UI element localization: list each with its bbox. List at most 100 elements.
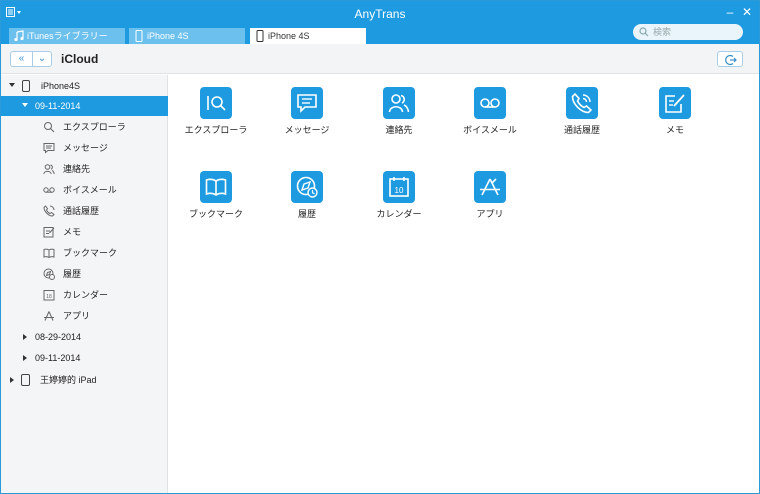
- app-tile-call-history[interactable]: 通話履歴: [542, 75, 622, 135]
- backup-node[interactable]: 09-11-2014: [1, 348, 168, 368]
- close-button[interactable]: ✕: [740, 5, 754, 19]
- sidebar-item-explorer[interactable]: エクスプローラ: [1, 117, 168, 137]
- minimize-button[interactable]: –: [723, 5, 737, 19]
- phone-icon: [22, 80, 30, 92]
- app-tile-label: メモ: [665, 125, 684, 135]
- location-title: iCloud: [61, 52, 99, 66]
- search-input[interactable]: 検索: [633, 24, 743, 40]
- device-label: iPhone4S: [41, 81, 81, 91]
- history-icon: [43, 268, 55, 280]
- expand-caret[interactable]: [22, 103, 28, 107]
- app-tile-voicemail[interactable]: ボイスメール: [450, 75, 530, 135]
- explorer-icon: [207, 96, 226, 111]
- voicemail-icon: [480, 98, 500, 108]
- app-tile-label: 連絡先: [385, 125, 413, 135]
- dropdown-button[interactable]: ⌄: [33, 52, 51, 66]
- sidebar-item-label: カレンダー: [63, 290, 109, 300]
- message-icon-box: [291, 87, 323, 119]
- app-tile-label: カレンダー: [376, 209, 422, 219]
- device-node-ipad[interactable]: 王婷婷的 iPad: [1, 370, 168, 390]
- sidebar-item-label: ボイスメール: [63, 185, 117, 195]
- search-icon: [639, 27, 649, 37]
- collapse-caret[interactable]: [23, 355, 27, 361]
- search-placeholder: 検索: [653, 27, 672, 37]
- app-tile-label: ブックマーク: [188, 209, 243, 219]
- bookmark-icon: [43, 248, 55, 259]
- backup-label: 09-11-2014: [35, 101, 81, 111]
- sidebar-item-label: エクスプローラ: [63, 122, 126, 132]
- app-tile-history[interactable]: 履歴: [267, 159, 347, 219]
- tab-iphone-4s-1[interactable]: iPhone 4S: [129, 28, 245, 44]
- app-tile-label: 履歴: [297, 209, 316, 219]
- bookmark-icon: [205, 178, 227, 196]
- sidebar-item-messages[interactable]: メッセージ: [1, 138, 168, 158]
- tablet-icon: [21, 374, 30, 386]
- sidebar-item-label: 通話履歴: [63, 206, 100, 216]
- backup-node[interactable]: 08-29-2014: [1, 327, 168, 347]
- back-button[interactable]: «: [11, 52, 33, 66]
- tab-itunes-library[interactable]: iTunesライブラリー: [9, 28, 125, 44]
- sidebar-item-history[interactable]: 履歴: [1, 264, 168, 284]
- expand-caret[interactable]: [9, 83, 15, 87]
- call-history-icon: [43, 205, 55, 217]
- sidebar-item-label: 履歴: [63, 269, 82, 279]
- collapse-caret[interactable]: [10, 377, 14, 383]
- sidebar-item-bookmarks[interactable]: ブックマーク: [1, 243, 168, 263]
- tab-bar: iTunesライブラリー iPhone 4S iPhone 4S 検索: [1, 24, 759, 44]
- toolbar: « ⌄ iCloud: [1, 44, 759, 74]
- exit-button[interactable]: [717, 51, 743, 67]
- sidebar-item-call-history[interactable]: 通話履歴: [1, 201, 168, 221]
- notes-icon: [665, 94, 685, 113]
- explorer-icon: [44, 122, 55, 133]
- contacts-icon-box: [383, 87, 415, 119]
- app-tile-messages[interactable]: メッセージ: [267, 75, 347, 135]
- sidebar-item-notes[interactable]: メモ: [1, 222, 168, 242]
- sidebar-item-label: メモ: [63, 227, 82, 237]
- calendar-day-number: 10: [395, 186, 404, 195]
- tab-iphone-4s-2[interactable]: iPhone 4S: [250, 28, 366, 44]
- app-tile-label: エクスプローラ: [184, 125, 248, 135]
- message-icon: [297, 94, 317, 113]
- calendar-icon: 10: [389, 177, 409, 197]
- main-panel: エクスプローラ メッセージ 連絡先 ボイスメール 通話履歴 メモ ブックマーク …: [169, 75, 759, 493]
- message-icon: [43, 143, 55, 154]
- app-tile-notes[interactable]: メモ: [635, 75, 715, 135]
- voicemail-icon: [43, 187, 55, 193]
- app-tile-label: 通話履歴: [563, 125, 600, 135]
- backup-label: 08-29-2014: [35, 332, 82, 342]
- phone-icon: [256, 30, 264, 42]
- app-tile-apps[interactable]: アプリ: [450, 159, 530, 219]
- notes-icon-box: [659, 87, 691, 119]
- app-tile-bookmarks[interactable]: ブックマーク: [176, 159, 256, 219]
- voicemail-icon-box: [474, 87, 506, 119]
- sidebar-item-calendar[interactable]: 18 カレンダー: [1, 285, 168, 305]
- app-tile-explorer[interactable]: エクスプローラ: [176, 75, 256, 135]
- svg-text:18: 18: [46, 294, 52, 300]
- tab-label: iPhone 4S: [268, 31, 310, 41]
- history-icon: [296, 176, 318, 198]
- sidebar-item-label: ブックマーク: [63, 248, 118, 258]
- backup-node-selected[interactable]: 09-11-2014: [1, 96, 168, 116]
- explorer-icon-box: [200, 87, 232, 119]
- app-tile-label: メッセージ: [284, 125, 330, 135]
- app-tile-contacts[interactable]: 連絡先: [359, 75, 439, 135]
- music-note-icon: [14, 30, 24, 42]
- sidebar-item-label: メッセージ: [63, 143, 108, 153]
- contacts-icon: [388, 94, 410, 113]
- collapse-caret[interactable]: [23, 334, 27, 340]
- sidebar-item-apps[interactable]: アプリ: [1, 306, 168, 326]
- device-node-iphone4s[interactable]: iPhone4S: [1, 76, 168, 96]
- app-tile-label: ボイスメール: [463, 125, 517, 135]
- app-tile-calendar[interactable]: 10 カレンダー: [359, 159, 439, 219]
- tab-label: iPhone 4S: [147, 31, 189, 41]
- contacts-icon: [43, 164, 55, 175]
- tab-label: iTunesライブラリー: [27, 31, 108, 41]
- calendar-icon: 18: [43, 290, 55, 301]
- exit-icon: [725, 54, 737, 66]
- call-history-icon: [571, 92, 593, 114]
- app-store-icon-box: [474, 171, 506, 203]
- sidebar-item-label: 連絡先: [63, 164, 91, 174]
- sidebar-item-voicemail[interactable]: ボイスメール: [1, 180, 168, 200]
- nav-button-group: « ⌄: [10, 51, 52, 67]
- sidebar-item-contacts[interactable]: 連絡先: [1, 159, 168, 179]
